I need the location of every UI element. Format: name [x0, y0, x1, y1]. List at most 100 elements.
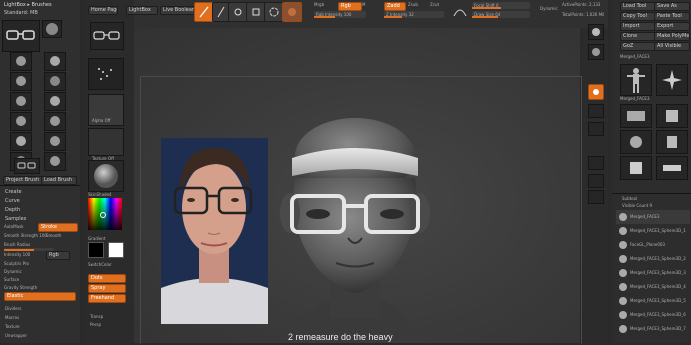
elastic-button[interactable]: Elastic	[4, 292, 76, 301]
dynamic-toggle[interactable]: Dynamic	[540, 6, 558, 11]
rotate-active-button[interactable]	[282, 2, 302, 22]
transp-label[interactable]: Transp	[90, 314, 103, 319]
subtool-row[interactable]: FaceGL_Plane003	[616, 238, 690, 252]
import-button[interactable]: Import	[620, 22, 656, 31]
subtool-row[interactable]: Merged_FACE3_Sphere3D_2	[616, 252, 690, 266]
stroke-tile[interactable]	[88, 58, 124, 90]
main-color-swatch[interactable]	[88, 242, 104, 258]
persp-icon[interactable]	[588, 84, 604, 100]
sculpt-mesh[interactable]	[262, 118, 448, 343]
make-polymesh-button[interactable]: Make PolyMesh3D	[654, 32, 690, 41]
menu-create[interactable]: Create	[5, 189, 22, 195]
tool-merged-face[interactable]	[620, 64, 652, 96]
copy-tool-button[interactable]: Copy Tool	[620, 12, 656, 21]
dots-button[interactable]: Dots	[88, 274, 126, 283]
tool-star[interactable]	[656, 64, 688, 96]
tool-plane[interactable]	[620, 104, 652, 128]
zsub-button[interactable]: Zsub	[408, 2, 418, 7]
project-brush-button[interactable]: Project Brush	[3, 176, 43, 185]
color-picker-cursor[interactable]	[100, 212, 106, 218]
persp-label[interactable]: Persp	[90, 322, 101, 327]
save-as-button[interactable]: Save As	[654, 2, 690, 11]
brush-trimdynamic[interactable]	[10, 132, 32, 151]
floor-icon[interactable]	[588, 104, 604, 118]
smooth-strength[interactable]: Smooth Strength 100	[4, 233, 47, 238]
automask-label[interactable]: AutoMask	[4, 224, 24, 229]
scroll-icon[interactable]	[588, 174, 604, 188]
m-toggle[interactable]: M	[362, 2, 365, 7]
tool-pm3d-cube[interactable]	[620, 156, 652, 180]
menu-dividers[interactable]: Dividers	[5, 306, 21, 311]
subtool-row[interactable]: Merged_FACE3_Sphere3D_5	[616, 294, 690, 308]
mrgb-label[interactable]: Mrgb	[314, 2, 324, 7]
menu-depth[interactable]: Depth	[5, 207, 20, 213]
stroke-preview-icon[interactable]	[452, 2, 468, 20]
texture-tile[interactable]	[88, 128, 124, 156]
tool-sphere[interactable]	[620, 130, 652, 154]
rotate-button[interactable]	[264, 2, 284, 22]
freehand-button[interactable]: Freehand	[88, 294, 126, 303]
edit-button[interactable]	[194, 2, 214, 22]
load-tool-button[interactable]: Load Tool	[620, 2, 656, 11]
live-boolean-button[interactable]: Live Boolean	[160, 6, 196, 15]
switch-color-label[interactable]: SwitchColor	[88, 262, 112, 267]
zoom-icon[interactable]	[588, 24, 604, 40]
subtool-row[interactable]: Merged_FACE3_Sphere3D_1	[616, 224, 690, 238]
brush-split[interactable]	[44, 152, 66, 171]
smooth-label[interactable]: Smooth	[46, 233, 61, 238]
sculptris-label[interactable]: Sculptris Pro	[4, 261, 29, 266]
subtool-label[interactable]: Subtool	[622, 196, 637, 201]
subtool-row[interactable]: Merged_FACE3_Sphere3D_7	[616, 322, 690, 336]
home-page-button[interactable]: Home Page	[88, 6, 118, 15]
move-button[interactable]	[228, 2, 248, 22]
intensity-label[interactable]: Intensity 100	[4, 252, 30, 257]
draw-size-slider[interactable]: Draw Size 64	[472, 11, 530, 18]
lightbox-label[interactable]: LightBox ▸ Brushes	[4, 2, 52, 8]
subtool-row[interactable]: Merged_FACE3_Sphere3D_6	[616, 308, 690, 322]
tool-pm3d-plane[interactable]	[656, 156, 688, 180]
current-brush-tile[interactable]	[2, 20, 40, 52]
tool-cylinder[interactable]	[656, 130, 688, 154]
brush-damstandard[interactable]	[10, 92, 32, 111]
frame-icon[interactable]	[588, 44, 604, 60]
subtool-row[interactable]: Merged_FACE3_Sphere3D_3	[616, 266, 690, 280]
brush-tile-move[interactable]	[42, 20, 62, 38]
spray-button[interactable]: Spray	[88, 284, 126, 293]
stroke-button[interactable]: Stroke	[38, 223, 78, 232]
subtool-row[interactable]: Merged_FACE3_Sphere3D_4	[616, 280, 690, 294]
brush-maskpen[interactable]	[14, 158, 40, 174]
lightbox-button[interactable]: LightBox	[126, 6, 158, 15]
brush-inflate[interactable]	[44, 92, 66, 111]
zadd-button[interactable]: Zadd	[384, 2, 406, 11]
local-icon[interactable]	[588, 122, 604, 136]
menu-macros[interactable]: Macros	[5, 315, 19, 320]
menu-curve[interactable]: Curve	[5, 198, 20, 204]
menu-texture[interactable]: Texture	[5, 324, 20, 329]
goz-button[interactable]: GoZ	[620, 42, 656, 51]
brush-move[interactable]	[44, 52, 66, 71]
brush-radius[interactable]: Brush Radius	[4, 242, 30, 247]
export-button[interactable]: Export	[654, 22, 690, 31]
brush-claybuildup[interactable]	[44, 72, 66, 91]
tool-cube[interactable]	[656, 104, 688, 128]
all-visible-button[interactable]: All Visible	[654, 42, 690, 51]
move-view-icon[interactable]	[588, 156, 604, 170]
brush-standard[interactable]	[10, 52, 32, 71]
menu-unwrapper[interactable]: Unwrapper	[5, 333, 27, 338]
secondary-color-swatch[interactable]	[108, 242, 124, 258]
paste-tool-button[interactable]: Paste Tool	[654, 12, 690, 21]
load-brush-button[interactable]: Load Brush	[41, 176, 77, 185]
rgb-toggle[interactable]: Rgb	[338, 2, 362, 11]
zcut-button[interactable]: Zcut	[430, 2, 439, 7]
rotate-view-icon[interactable]	[588, 190, 604, 204]
clone-button[interactable]: Clone	[620, 32, 656, 41]
rgb-intensity-slider[interactable]: Rgb Intensity 100	[314, 11, 366, 18]
rgb-button[interactable]: Rgb	[46, 251, 70, 260]
material-tile[interactable]	[88, 160, 124, 192]
current-tool-tile[interactable]	[90, 22, 124, 50]
dynamic-label[interactable]: Dynamic	[4, 269, 22, 274]
subtool-row[interactable]: Merged_FACE3	[616, 210, 690, 224]
scale-button[interactable]	[246, 2, 266, 22]
color-picker[interactable]	[88, 198, 122, 230]
brush-hpolish[interactable]	[10, 112, 32, 131]
